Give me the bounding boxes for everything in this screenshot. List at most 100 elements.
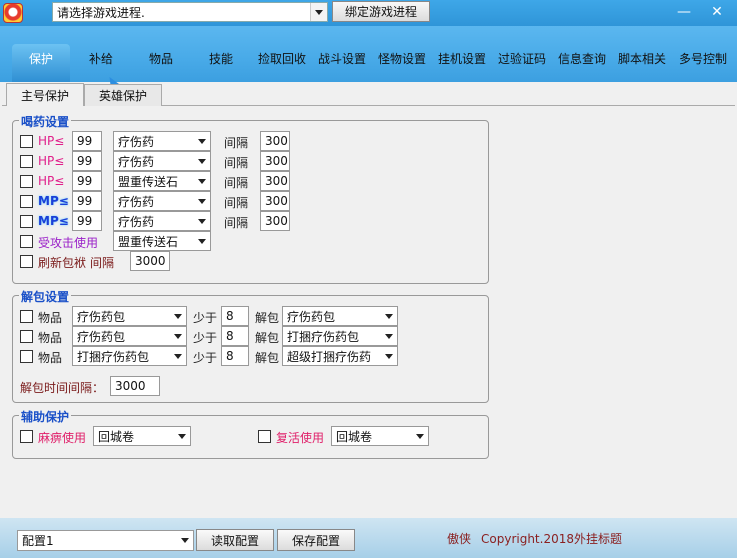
toolbar-item-items[interactable]: 物品 [138, 50, 184, 70]
chevron-down-icon[interactable] [193, 172, 210, 190]
toolbar-item-supply[interactable]: 补给 [78, 50, 124, 70]
refresh-bag-label: 刷新包袱 [38, 256, 87, 270]
potion-item-select[interactable]: 疗伤药 [113, 151, 211, 171]
refresh-bag-checkbox[interactable] [20, 255, 33, 268]
minimize-icon[interactable]: — [671, 2, 697, 22]
title-bar: 请选择游戏进程. 绑定游戏进程 — ✕ [0, 0, 737, 26]
toolbar-item-combat[interactable]: 战斗设置 [314, 50, 370, 70]
less-than-label: 少于 [193, 311, 218, 325]
mp-label: MP≤ [38, 194, 69, 208]
chevron-down-icon[interactable] [173, 427, 190, 445]
unpack-checkbox-3[interactable] [20, 350, 33, 363]
potion-item-select[interactable]: 疗伤药 [113, 131, 211, 151]
interval-input[interactable]: 300 [260, 191, 290, 211]
process-select[interactable]: 请选择游戏进程. [52, 2, 328, 22]
unpack-label: 解包 [255, 351, 280, 365]
interval-input[interactable]: 300 [260, 151, 290, 171]
unpack-label: 解包 [255, 311, 280, 325]
less-than-label: 少于 [193, 331, 218, 345]
group-title: 解包设置 [19, 288, 72, 305]
chevron-down-icon[interactable] [193, 152, 210, 170]
count-input[interactable]: 8 [221, 306, 249, 326]
read-config-button[interactable]: 读取配置 [196, 529, 274, 551]
subtab-bar: 主号保护 英雄保护 [2, 82, 735, 106]
chevron-down-icon[interactable] [411, 427, 428, 445]
toolbar-item-captcha[interactable]: 过验证码 [494, 50, 550, 70]
config-select[interactable]: 配置1 [17, 530, 194, 551]
interval-input[interactable]: 300 [260, 131, 290, 151]
unpack-checkbox-1[interactable] [20, 310, 33, 323]
chevron-down-icon[interactable] [176, 531, 193, 550]
mp-checkbox-2[interactable] [20, 215, 33, 228]
chevron-down-icon[interactable] [193, 232, 210, 250]
chevron-down-icon[interactable] [169, 307, 186, 325]
unpack-target-select[interactable]: 打捆疗伤药包 [282, 326, 398, 346]
unpack-target-value: 超级打捆疗伤药 [287, 349, 372, 364]
unpack-interval-input[interactable]: 3000 [110, 376, 160, 396]
paralysis-item-select[interactable]: 回城卷 [93, 426, 191, 446]
chevron-down-icon[interactable] [169, 327, 186, 345]
hp-label: HP≤ [38, 174, 65, 188]
count-input[interactable]: 8 [221, 326, 249, 346]
potion-item-value: 疗伤药 [118, 214, 155, 229]
hp-threshold-input[interactable]: 99 [72, 131, 102, 151]
paralysis-checkbox[interactable] [20, 430, 33, 443]
hp-threshold-input[interactable]: 99 [72, 151, 102, 171]
mp-label: MP≤ [38, 214, 69, 228]
chevron-down-icon[interactable] [380, 347, 397, 365]
toolbar-item-monster[interactable]: 怪物设置 [374, 50, 430, 70]
potion-item-select[interactable]: 疗伤药 [113, 191, 211, 211]
hp-checkbox-2[interactable] [20, 155, 33, 168]
hp-threshold-input[interactable]: 99 [72, 171, 102, 191]
bind-process-button[interactable]: 绑定游戏进程 [332, 1, 430, 22]
tab-main-protect[interactable]: 主号保护 [6, 83, 84, 106]
chevron-down-icon[interactable] [380, 327, 397, 345]
interval-label: 间隔 [224, 216, 249, 230]
unpack-target-select[interactable]: 疗伤药包 [282, 306, 398, 326]
item-label: 物品 [38, 351, 63, 365]
interval-input[interactable]: 300 [260, 171, 290, 191]
toolbar-item-protect[interactable]: 保护 [16, 50, 66, 70]
refresh-interval-input[interactable]: 3000 [130, 251, 170, 271]
chevron-down-icon[interactable] [193, 212, 210, 230]
save-config-button[interactable]: 保存配置 [277, 529, 355, 551]
toolbar-item-pickup[interactable]: 捡取回收 [254, 50, 310, 70]
potion-item-select[interactable]: 疗伤药 [113, 211, 211, 231]
hp-checkbox-1[interactable] [20, 135, 33, 148]
mp-threshold-input[interactable]: 99 [72, 211, 102, 231]
chevron-down-icon[interactable] [193, 192, 210, 210]
interval-label: 间隔 [224, 176, 249, 190]
count-input[interactable]: 8 [221, 346, 249, 366]
chevron-down-icon[interactable] [169, 347, 186, 365]
main-toolbar: 保护 补给 物品 技能 捡取回收 战斗设置 怪物设置 挂机设置 过验证码 信息查… [0, 26, 737, 93]
unpack-target-select[interactable]: 超级打捆疗伤药 [282, 346, 398, 366]
revive-checkbox[interactable] [258, 430, 271, 443]
toolbar-item-info[interactable]: 信息查询 [554, 50, 610, 70]
attacked-item-select[interactable]: 盟重传送石 [113, 231, 211, 251]
hp-checkbox-3[interactable] [20, 175, 33, 188]
interval-input[interactable]: 300 [260, 211, 290, 231]
unpack-item-select[interactable]: 疗伤药包 [72, 306, 187, 326]
potion-item-select[interactable]: 盟重传送石 [113, 171, 211, 191]
chevron-down-icon[interactable] [310, 3, 327, 21]
toolbar-item-idle[interactable]: 挂机设置 [434, 50, 490, 70]
toolbar-item-skills[interactable]: 技能 [198, 50, 244, 70]
unpack-item-value: 疗伤药包 [77, 329, 126, 344]
close-icon[interactable]: ✕ [704, 2, 730, 22]
unpack-item-value: 打捆疗伤药包 [77, 349, 150, 364]
toolbar-item-multi[interactable]: 多号控制 [674, 50, 732, 70]
mp-threshold-input[interactable]: 99 [72, 191, 102, 211]
unpack-item-select[interactable]: 疗伤药包 [72, 326, 187, 346]
unpack-item-value: 疗伤药包 [77, 309, 126, 324]
tab-hero-protect[interactable]: 英雄保护 [84, 84, 162, 106]
config-select-value: 配置1 [22, 534, 54, 548]
unpack-checkbox-2[interactable] [20, 330, 33, 343]
unpack-item-select[interactable]: 打捆疗伤药包 [72, 346, 187, 366]
revive-item-select[interactable]: 回城卷 [331, 426, 429, 446]
toolbar-item-script[interactable]: 脚本相关 [614, 50, 670, 70]
mp-checkbox-1[interactable] [20, 195, 33, 208]
attacked-checkbox[interactable] [20, 235, 33, 248]
chevron-down-icon[interactable] [193, 132, 210, 150]
process-select-value: 请选择游戏进程. [57, 5, 145, 20]
chevron-down-icon[interactable] [380, 307, 397, 325]
